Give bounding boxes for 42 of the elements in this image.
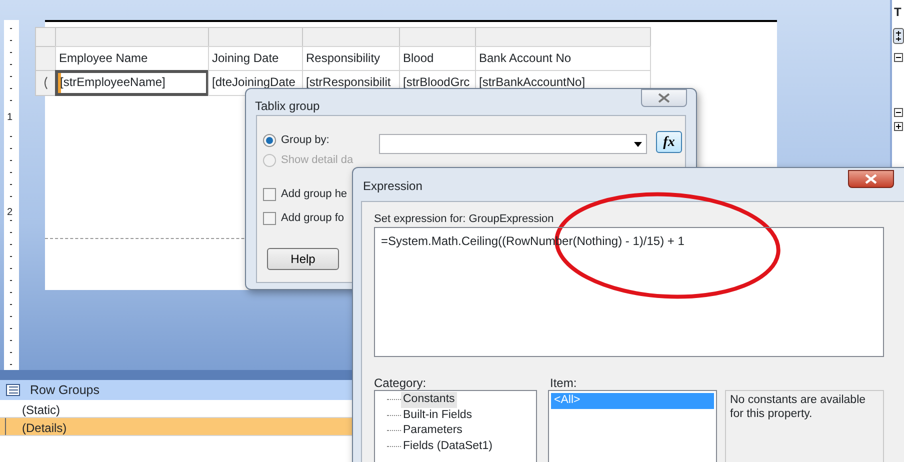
checkbox[interactable] bbox=[263, 212, 276, 225]
expression-button[interactable]: fx bbox=[656, 131, 682, 153]
tree-item[interactable]: Fields (DataSet1) bbox=[401, 438, 494, 454]
panel-title: Row Groups bbox=[30, 382, 100, 399]
column-handle[interactable] bbox=[55, 27, 209, 47]
column-handle[interactable] bbox=[208, 27, 303, 47]
column-header-cell: Bank Account No bbox=[475, 46, 651, 71]
help-button[interactable]: Help bbox=[267, 248, 339, 270]
close-icon bbox=[658, 93, 670, 103]
radio-button[interactable] bbox=[263, 134, 276, 147]
column-header-cell: Employee Name bbox=[55, 46, 209, 71]
tree-item[interactable]: Constants bbox=[401, 392, 457, 408]
column-handle[interactable] bbox=[475, 27, 651, 47]
expand-icon[interactable] bbox=[894, 122, 903, 131]
collapse-icon[interactable] bbox=[894, 108, 903, 117]
column-handle[interactable] bbox=[399, 27, 476, 47]
ruler-number: 1 bbox=[7, 110, 13, 125]
list-icon bbox=[6, 384, 20, 396]
row-handle-icon[interactable] bbox=[42, 76, 48, 90]
close-icon bbox=[865, 174, 877, 184]
corner-handle[interactable] bbox=[35, 27, 56, 47]
dialog-title: Expression bbox=[363, 178, 422, 195]
field-label: Item: bbox=[550, 375, 577, 392]
row-handle[interactable] bbox=[35, 70, 56, 96]
option-label: Add group he bbox=[281, 187, 348, 202]
description-text: No constants are available for this property. bbox=[725, 390, 884, 462]
option-label: Add group fo bbox=[281, 211, 344, 226]
column-handle[interactable] bbox=[302, 27, 400, 47]
tree-item[interactable]: Parameters bbox=[401, 423, 464, 438]
dialog-title: Tablix group bbox=[255, 98, 320, 115]
option-label: Group by: bbox=[281, 133, 330, 148]
prompt-label: Set expression for: GroupExpression bbox=[374, 212, 554, 227]
field-label: Category: bbox=[374, 375, 426, 392]
collapse-icon[interactable] bbox=[894, 53, 903, 62]
toolbar-icon[interactable] bbox=[893, 28, 904, 44]
option-label: Show detail da bbox=[281, 153, 354, 168]
group-by-dropdown[interactable] bbox=[379, 134, 647, 154]
close-button[interactable] bbox=[848, 170, 894, 188]
row-handle[interactable] bbox=[35, 46, 56, 71]
panel-title: T bbox=[894, 4, 902, 21]
dropdown-arrow-icon bbox=[634, 142, 642, 146]
checkbox[interactable] bbox=[263, 188, 276, 201]
